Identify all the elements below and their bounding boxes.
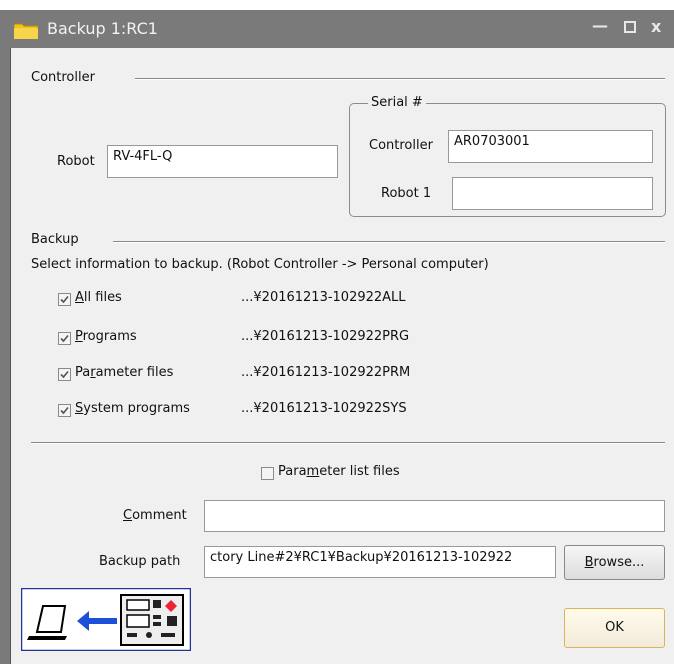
backup-path-label: Backup path xyxy=(99,554,181,569)
programs-label: Programs xyxy=(75,329,137,344)
backup-dialog: Backup 1:RC1 — x Controller Robot RV-4FL… xyxy=(0,10,674,664)
backup-section-label: Backup xyxy=(31,232,79,247)
pc-controller-transfer-icon xyxy=(21,588,191,651)
checkmark-icon xyxy=(60,406,69,415)
programs-path: ...¥20161213-102922PRG xyxy=(241,329,410,344)
browse-button[interactable]: Browse... xyxy=(564,545,665,580)
dialog-body: Controller Robot RV-4FL-Q Serial # Contr… xyxy=(10,48,674,664)
programs-checkbox[interactable] xyxy=(58,332,71,345)
robot-model-field[interactable]: RV-4FL-Q xyxy=(107,145,338,178)
serial-robot1-label: Robot 1 xyxy=(381,186,432,201)
backup-separator xyxy=(113,241,665,243)
parameter-files-path: ...¥20161213-102922PRM xyxy=(241,365,411,380)
window-title: Backup 1:RC1 xyxy=(47,19,158,38)
all-files-path: ...¥20161213-102922ALL xyxy=(241,290,406,305)
comment-input[interactable] xyxy=(204,500,665,532)
system-programs-label: System programs xyxy=(75,401,190,416)
parameter-files-checkbox[interactable] xyxy=(58,368,71,381)
minimize-button[interactable]: — xyxy=(592,16,608,35)
close-button[interactable]: x xyxy=(651,17,661,36)
serial-controller-field[interactable]: AR0703001 xyxy=(448,130,653,163)
serial-controller-label: Controller xyxy=(369,138,433,153)
title-bar[interactable]: Backup 1:RC1 — x xyxy=(0,10,674,48)
controller-section-label: Controller xyxy=(31,70,95,85)
folder-icon xyxy=(14,23,38,39)
checkmark-icon xyxy=(60,334,69,343)
parameter-files-label: Parameter files xyxy=(75,365,174,380)
all-files-label: All files xyxy=(75,290,122,305)
maximize-icon xyxy=(624,21,636,33)
checkmark-icon xyxy=(60,295,69,304)
parameter-list-files-label: Parameter list files xyxy=(278,464,400,479)
parameter-list-files-checkbox[interactable] xyxy=(261,467,274,480)
backup-path-input[interactable]: ctory Line#2¥RC1¥Backup¥20161213-102922 xyxy=(204,546,556,578)
background-strip xyxy=(0,0,674,10)
system-programs-path: ...¥20161213-102922SYS xyxy=(241,401,407,416)
serial-robot1-field[interactable] xyxy=(452,177,653,210)
backup-instruction: Select information to backup. (Robot Con… xyxy=(31,257,489,272)
maximize-button[interactable] xyxy=(624,16,636,35)
ok-button[interactable]: OK xyxy=(564,608,665,648)
checkmark-icon xyxy=(60,370,69,379)
lower-separator xyxy=(31,442,665,444)
serial-group-label: Serial # xyxy=(368,95,426,110)
comment-label: Comment xyxy=(123,508,187,523)
system-programs-checkbox[interactable] xyxy=(58,404,71,417)
controller-separator xyxy=(135,78,665,80)
robot-label: Robot xyxy=(57,154,95,169)
all-files-checkbox[interactable] xyxy=(58,293,71,306)
